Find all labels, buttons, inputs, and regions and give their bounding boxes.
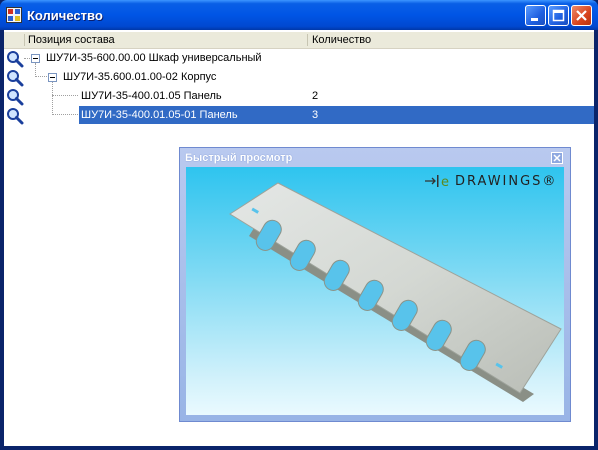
- magnifier-icon[interactable]: [6, 50, 24, 68]
- tree-item-label: ШУ7И-35.600.01.00-02 Корпус: [63, 71, 217, 83]
- collapse-icon[interactable]: [31, 54, 40, 63]
- list-header: Позиция состава Количество: [4, 32, 594, 49]
- tree-row[interactable]: ШУ7И-35.600.01.00-02 Корпус: [4, 68, 594, 87]
- header-separator: [24, 34, 25, 46]
- tree-list-view[interactable]: Позиция состава Количество ШУ7И-35-600.0…: [4, 30, 594, 446]
- close-button[interactable]: [571, 5, 592, 26]
- tree-item-label: ШУ7И-35-400.01.05 Панель: [81, 90, 222, 102]
- panel-3d-model: [229, 182, 562, 402]
- quantity-value: 3: [312, 109, 319, 121]
- tree-item-label: ШУ7И-35-600.00.00 Шкаф универсальный: [46, 52, 262, 64]
- collapse-icon[interactable]: [48, 73, 57, 82]
- app-icon: [6, 7, 22, 23]
- window-title: Количество: [27, 8, 103, 23]
- title-bar[interactable]: Количество: [0, 0, 598, 30]
- quantity-value: 2: [312, 90, 319, 102]
- tree-row-selected[interactable]: ШУ7И-35-400.01.05-01 Панель 3: [4, 106, 594, 125]
- maximize-icon: [552, 9, 565, 22]
- minimize-icon: [531, 18, 538, 21]
- close-icon: [576, 10, 587, 21]
- quick-view-title: Быстрый просмотр: [185, 152, 293, 164]
- tree-item-label: ШУ7И-35-400.01.05-01 Панель: [81, 109, 238, 121]
- magnifier-icon[interactable]: [6, 107, 24, 125]
- selection-highlight: [308, 106, 594, 124]
- model-preview[interactable]: e DRAWINGS®: [186, 167, 564, 415]
- close-icon: [553, 154, 561, 162]
- quick-view-close-button[interactable]: [551, 152, 563, 164]
- quick-view-panel: Быстрый просмотр e DRAWINGS®: [179, 147, 571, 422]
- magnifier-icon[interactable]: [6, 88, 24, 106]
- column-header-position[interactable]: Позиция состава: [24, 32, 308, 48]
- tree-row[interactable]: ШУ7И-35-400.01.05 Панель 2: [4, 87, 594, 106]
- tree-row[interactable]: ШУ7И-35-600.00.00 Шкаф универсальный: [4, 49, 594, 68]
- main-window: Количество Позиция состава Количество ШУ…: [0, 0, 598, 450]
- minimize-button[interactable]: [525, 5, 546, 26]
- column-header-quantity[interactable]: Количество: [308, 32, 594, 48]
- maximize-button[interactable]: [548, 5, 569, 26]
- magnifier-icon[interactable]: [6, 69, 24, 87]
